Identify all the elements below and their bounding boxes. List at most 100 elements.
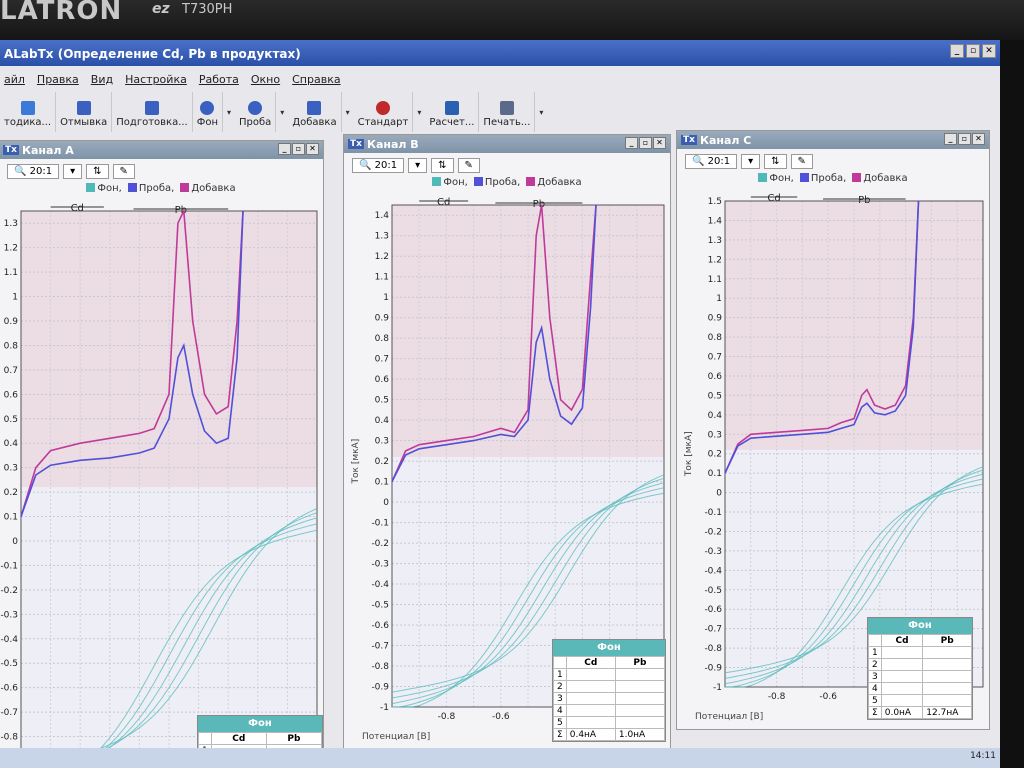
sort-icon[interactable]: ⇅: [431, 157, 454, 173]
dropdown-arrow-icon[interactable]: ▾: [227, 108, 231, 117]
dropdown-arrow-icon[interactable]: ▾: [346, 108, 350, 117]
y-tick-label: 0.2: [4, 488, 18, 498]
panel-maximize-button[interactable]: ▫: [958, 133, 971, 145]
legend-background[interactable]: Фон,: [86, 183, 122, 197]
panel-maximize-button[interactable]: ▫: [639, 137, 652, 149]
legend-label: Проба,: [138, 183, 175, 194]
sort-icon[interactable]: ⇅: [764, 153, 787, 169]
y-tick-label: -0.6: [0, 684, 18, 694]
table-row[interactable]: 4: [553, 704, 666, 717]
legend-addition[interactable]: Добавка: [180, 183, 236, 197]
dropdown-arrow-icon[interactable]: ▾: [539, 108, 543, 117]
row-index: 2: [553, 680, 567, 693]
wand-icon[interactable]: ✎: [457, 157, 480, 173]
toolbar-button[interactable]: Печать...: [479, 92, 536, 132]
table-row[interactable]: 1: [553, 668, 666, 681]
toolbar-button[interactable]: тодика...: [0, 92, 57, 132]
legend-label: Добавка: [863, 173, 908, 184]
legend-addition[interactable]: Добавка: [526, 177, 582, 191]
legend-sample[interactable]: Проба,: [799, 173, 847, 187]
toolbar-button-label: Проба: [239, 117, 272, 128]
voltammogram-chart[interactable]: CdPb-0.9-0.8-0.7-0.6-0.5-0.4-0.3-0.2-0.1…: [0, 197, 324, 768]
y-axis-label: Ток [мкА]: [684, 431, 694, 477]
y-tick-label: -0.5: [371, 601, 389, 611]
table-row[interactable]: Σ 0.0нА 12.7нА: [868, 706, 972, 719]
panel-minimize-button[interactable]: _: [625, 137, 638, 149]
toolbar-button[interactable]: Стандарт: [354, 92, 414, 132]
wand-icon[interactable]: ✎: [112, 163, 135, 179]
chevron-down-icon[interactable]: ▾: [741, 153, 761, 169]
table-row[interactable]: 4: [868, 682, 972, 695]
table-row[interactable]: 1: [868, 646, 972, 659]
menu-item[interactable]: айл: [4, 73, 25, 87]
legend-sample[interactable]: Проба,: [127, 183, 175, 197]
legend-label: Проба,: [810, 173, 847, 184]
chevron-down-icon[interactable]: ▾: [63, 163, 83, 179]
y-tick-label: -0.2: [704, 527, 722, 537]
x-tick-label: -0.6: [819, 692, 837, 702]
chart-legend: Фон, Проба, Добавка: [344, 177, 670, 191]
menu-item[interactable]: Работа: [199, 73, 239, 87]
panel-close-button[interactable]: ✕: [306, 143, 319, 155]
chevron-down-icon[interactable]: ▾: [408, 157, 428, 173]
menu-item[interactable]: Настройка: [125, 73, 187, 87]
table-row[interactable]: 2: [553, 680, 666, 693]
table-title[interactable]: Фон: [553, 640, 665, 656]
table-row[interactable]: 5: [553, 716, 666, 729]
table-row[interactable]: 3: [553, 692, 666, 705]
wand-icon[interactable]: ✎: [790, 153, 813, 169]
toolbar-button[interactable]: Подготовка...: [112, 92, 193, 132]
legend-label: Добавка: [191, 183, 236, 194]
toolbar-button[interactable]: Проба: [235, 92, 277, 132]
zoom-select[interactable]: 🔍 20:1: [685, 153, 738, 169]
legend-background[interactable]: Фон,: [758, 173, 794, 187]
y-tick-label: 0.9: [4, 317, 19, 327]
table-title[interactable]: Фон: [868, 618, 972, 634]
y-tick-label: -0.7: [0, 708, 18, 718]
y-tick-label: 0: [716, 489, 722, 499]
maximize-button[interactable]: ▫: [966, 44, 980, 58]
table-row[interactable]: 3: [868, 670, 972, 683]
y-tick-label: -0.7: [371, 642, 389, 652]
zoom-select[interactable]: 🔍 20:1: [7, 163, 60, 179]
legend-swatch: [432, 177, 442, 186]
menu-item[interactable]: Правка: [37, 73, 79, 87]
menu-item[interactable]: Справка: [292, 73, 340, 87]
add-icon: [307, 101, 322, 115]
toolbar-button[interactable]: Фон: [193, 92, 223, 132]
y-tick-label: -0.3: [0, 610, 18, 620]
table-cell: [565, 716, 616, 729]
toolbar: тодика... Отмывка Подготовка... Фон ▾ Проба ▾ Д…: [0, 92, 660, 132]
sort-icon[interactable]: ⇅: [86, 163, 109, 179]
legend-sample[interactable]: Проба,: [473, 177, 520, 191]
minimize-button[interactable]: _: [950, 44, 964, 58]
menu-item[interactable]: Вид: [91, 73, 113, 87]
toolbar-button[interactable]: Расчет...: [425, 92, 480, 132]
legend-label: Фон,: [769, 173, 794, 184]
panel-maximize-button[interactable]: ▫: [292, 143, 305, 155]
toolbar-button[interactable]: Отмывка: [56, 92, 113, 132]
legend-addition[interactable]: Добавка: [852, 173, 908, 187]
window-title: ALabTx (Определение Cd, Pb в продуктах): [4, 47, 301, 61]
dropdown-arrow-icon[interactable]: ▾: [280, 108, 284, 117]
zoom-value: 20:1: [374, 159, 398, 171]
legend-background[interactable]: Фон,: [432, 177, 468, 191]
panel-minimize-button[interactable]: _: [278, 143, 291, 155]
zoom-select[interactable]: 🔍 20:1: [352, 157, 405, 173]
dropdown-arrow-icon[interactable]: ▾: [417, 108, 421, 117]
panel-titlebar: Tx Канал А _ ▫ ✕: [0, 141, 323, 159]
table-row[interactable]: 2: [868, 658, 972, 671]
table-row[interactable]: 5: [868, 694, 972, 707]
toolbar-button-label: Фон: [196, 117, 218, 128]
panel-close-button[interactable]: ✕: [972, 133, 985, 145]
menu-item[interactable]: Окно: [251, 73, 280, 87]
panel-minimize-button[interactable]: _: [944, 133, 957, 145]
row-index: 5: [868, 694, 882, 707]
panel-close-button[interactable]: ✕: [653, 137, 666, 149]
y-tick-label: -0.5: [704, 586, 722, 596]
toolbar-button[interactable]: Добавка: [288, 92, 342, 132]
table-title[interactable]: Фон: [198, 716, 322, 732]
close-button[interactable]: ✕: [982, 44, 996, 58]
wash-icon: [76, 101, 91, 115]
table-row[interactable]: Σ 0.4нА 1.0нА: [553, 728, 666, 741]
